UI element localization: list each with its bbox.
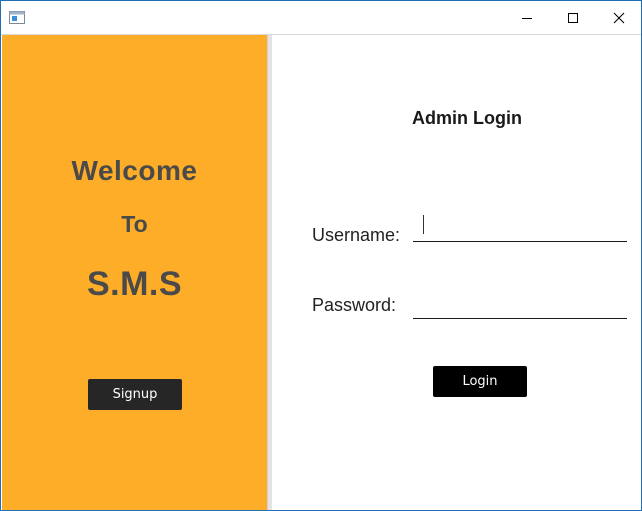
app-icon	[9, 11, 25, 24]
signup-button[interactable]: Signup	[88, 379, 182, 410]
close-icon	[613, 12, 625, 24]
minimize-button[interactable]	[504, 1, 550, 34]
login-button[interactable]: Login	[433, 366, 527, 397]
welcome-to-text: To	[121, 211, 148, 237]
maximize-button[interactable]	[550, 1, 596, 34]
password-field[interactable]	[413, 288, 627, 319]
login-panel: Admin Login Username: Password: Login	[272, 35, 641, 510]
minimize-icon	[522, 18, 532, 19]
text-caret	[423, 215, 424, 234]
close-button[interactable]	[596, 1, 641, 34]
username-label: Username:	[312, 225, 401, 245]
maximize-icon	[568, 13, 578, 23]
app-window: Welcome To S.M.S Signup Admin Login User…	[0, 0, 642, 511]
login-title: Admin Login	[412, 108, 522, 128]
password-label: Password:	[312, 295, 397, 315]
title-bar[interactable]	[1, 1, 641, 35]
welcome-heading: Welcome	[71, 155, 198, 186]
welcome-panel: Welcome To S.M.S Signup	[2, 35, 267, 510]
username-field[interactable]	[413, 211, 627, 242]
app-name-text: S.M.S	[86, 265, 183, 303]
